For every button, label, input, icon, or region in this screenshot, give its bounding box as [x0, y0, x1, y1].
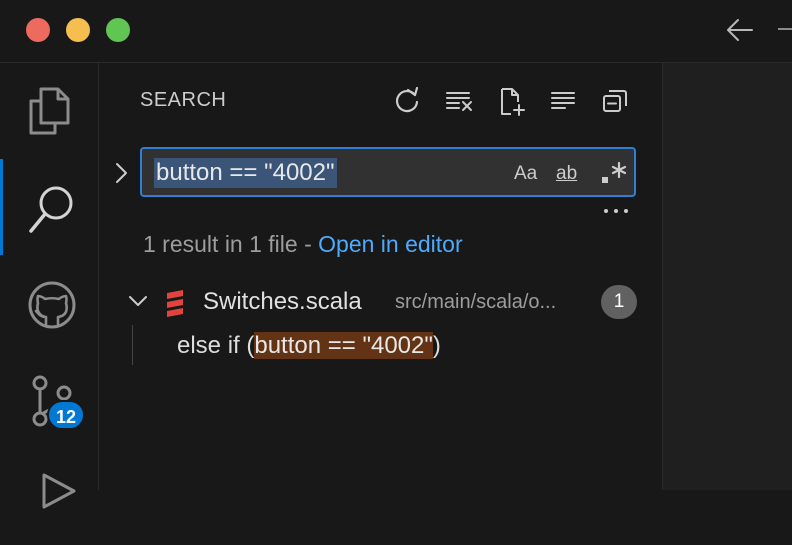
view-as-tree-icon: [551, 92, 575, 109]
forward-button-partial[interactable]: [778, 28, 792, 30]
run-icon: [42, 473, 76, 509]
collapse-all-button[interactable]: [597, 83, 633, 119]
result-file-row[interactable]: Switches.scala src/main/scala/o... 1: [123, 285, 643, 321]
result-match-line[interactable]: else if (button == "4002"): [177, 329, 441, 363]
view-as-tree-button[interactable]: [545, 83, 581, 119]
regex-icon: [602, 161, 627, 183]
search-input[interactable]: button == "4002" Aa ab: [140, 147, 636, 197]
result-count-badge: 1: [601, 285, 637, 319]
match-whole-word-toggle[interactable]: ab: [556, 161, 577, 187]
search-icon: [29, 186, 73, 233]
search-panel: SEARCH button == "4002" Aa ab 1 result i…: [99, 63, 662, 490]
arrow-left-icon[interactable]: [724, 15, 756, 45]
clear-results-icon: [446, 92, 472, 111]
clear-results-button[interactable]: [441, 83, 477, 119]
activity-bar: [0, 63, 99, 509]
refresh-button[interactable]: [389, 83, 425, 119]
chevron-down-icon[interactable]: [127, 293, 149, 309]
refresh-icon: [395, 87, 419, 113]
activity-run[interactable]: [0, 455, 98, 545]
activity-search[interactable]: [0, 161, 98, 251]
match-prefix: else if (: [177, 332, 255, 359]
tree-indent-guide: [132, 325, 133, 365]
files-icon: [29, 87, 70, 135]
activity-source-control[interactable]: [0, 357, 98, 447]
result-file-name: Switches.scala: [203, 288, 362, 315]
chevron-right-icon: [116, 163, 127, 183]
search-query-text[interactable]: button == "4002": [154, 158, 337, 188]
results-summary: 1 result in 1 file - Open in editor: [143, 231, 463, 258]
title-bar: [0, 0, 792, 62]
toggle-search-details-button[interactable]: [602, 203, 632, 219]
results-count-text: 1 result in 1 file -: [143, 231, 319, 257]
source-control-badge: 12: [47, 400, 85, 430]
new-search-editor-button[interactable]: [493, 83, 529, 119]
activity-github[interactable]: [0, 259, 98, 349]
match-case-toggle[interactable]: Aa: [514, 161, 537, 187]
new-search-editor-icon: [501, 88, 525, 116]
match-highlight: button == "4002": [254, 332, 433, 359]
toggle-replace-button[interactable]: [111, 161, 131, 185]
panel-title: SEARCH: [140, 89, 227, 111]
minimize-window-button[interactable]: [66, 18, 90, 42]
activity-explorer[interactable]: [0, 63, 98, 153]
result-file-path: src/main/scala/o...: [395, 291, 557, 313]
open-in-editor-link[interactable]: Open in editor: [318, 231, 462, 257]
close-window-button[interactable]: [26, 18, 50, 42]
editor-area: [662, 63, 792, 490]
github-icon: [28, 281, 76, 329]
collapse-all-icon: [603, 90, 627, 112]
zoom-window-button[interactable]: [106, 18, 130, 42]
use-regex-toggle[interactable]: [600, 161, 630, 187]
scala-file-icon: [167, 290, 183, 317]
match-suffix: ): [432, 332, 441, 359]
